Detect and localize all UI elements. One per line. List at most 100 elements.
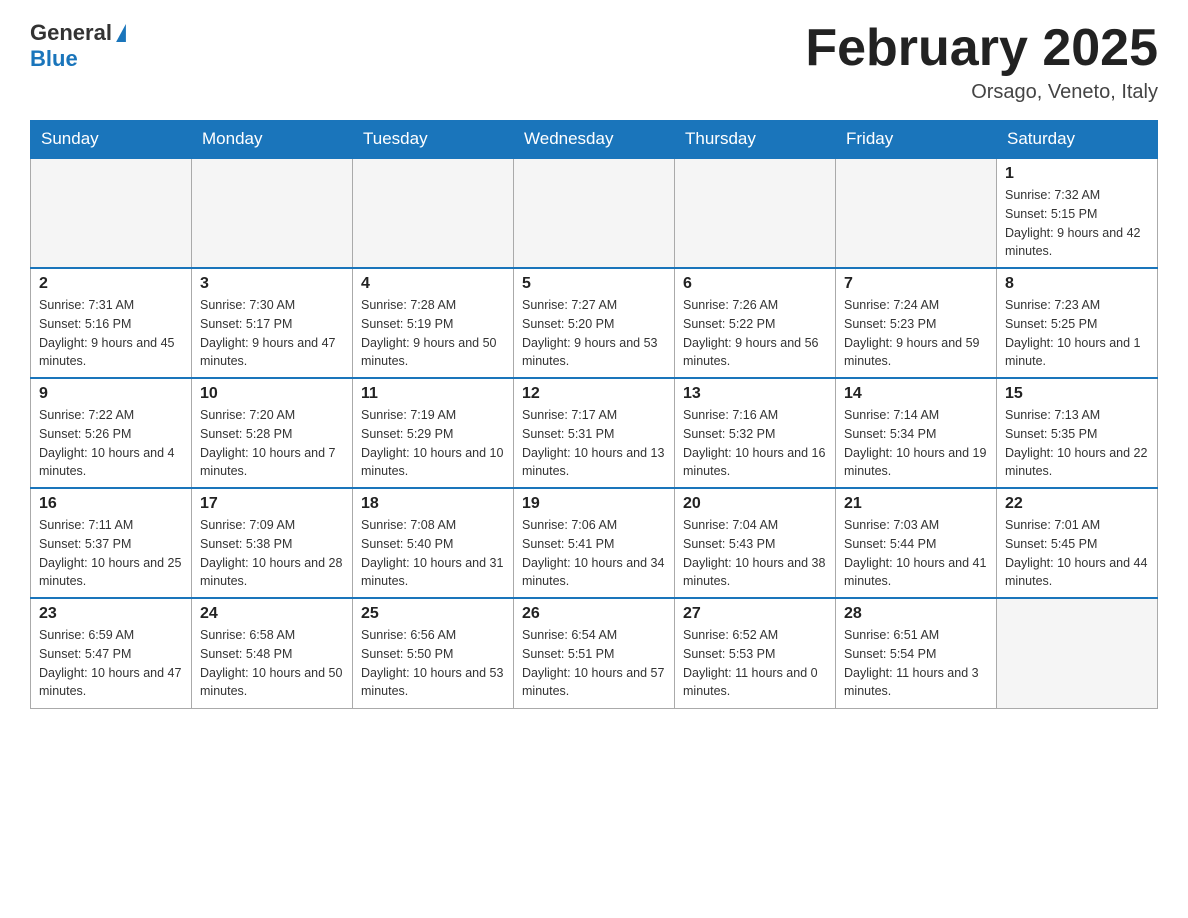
- calendar-cell-w2-d3: 5 Sunrise: 7:27 AMSunset: 5:20 PMDaylight…: [514, 268, 675, 378]
- day-info: Sunrise: 7:14 AMSunset: 5:34 PMDaylight:…: [844, 406, 988, 481]
- day-info: Sunrise: 7:22 AMSunset: 5:26 PMDaylight:…: [39, 406, 183, 481]
- calendar-cell-w1-d5: [836, 158, 997, 268]
- calendar-cell-w4-d0: 16 Sunrise: 7:11 AMSunset: 5:37 PMDayligh…: [31, 488, 192, 598]
- day-info: Sunrise: 7:24 AMSunset: 5:23 PMDaylight:…: [844, 296, 988, 371]
- header-tuesday: Tuesday: [353, 121, 514, 159]
- header-saturday: Saturday: [997, 121, 1158, 159]
- day-number: 11: [361, 385, 505, 403]
- day-number: 20: [683, 495, 827, 513]
- calendar-cell-w3-d4: 13 Sunrise: 7:16 AMSunset: 5:32 PMDayligh…: [675, 378, 836, 488]
- day-info: Sunrise: 6:52 AMSunset: 5:53 PMDaylight:…: [683, 626, 827, 701]
- calendar-cell-w5-d2: 25Sunrise: 6:56 AMSunset: 5:50 PMDayligh…: [353, 598, 514, 708]
- day-info: Sunrise: 7:30 AMSunset: 5:17 PMDaylight:…: [200, 296, 344, 371]
- calendar-cell-w5-d4: 27 Sunrise: 6:52 AMSunset: 5:53 PMDayligh…: [675, 598, 836, 708]
- calendar-cell-w2-d2: 4 Sunrise: 7:28 AMSunset: 5:19 PMDaylight…: [353, 268, 514, 378]
- day-info: Sunrise: 7:16 AMSunset: 5:32 PMDaylight:…: [683, 406, 827, 481]
- day-info: Sunrise: 7:13 AMSunset: 5:35 PMDaylight:…: [1005, 406, 1149, 481]
- week-row-3: 9 Sunrise: 7:22 AMSunset: 5:26 PMDaylight…: [31, 378, 1158, 488]
- day-number: 13: [683, 385, 827, 403]
- calendar-cell-w4-d6: 22 Sunrise: 7:01 AMSunset: 5:45 PMDayligh…: [997, 488, 1158, 598]
- day-info: Sunrise: 6:54 AMSunset: 5:51 PMDaylight:…: [522, 626, 666, 701]
- day-number: 3: [200, 275, 344, 293]
- day-number: 9: [39, 385, 183, 403]
- title-block: February 2025 Orsago, Veneto, Italy: [805, 20, 1158, 104]
- calendar-cell-w4-d4: 20 Sunrise: 7:04 AMSunset: 5:43 PMDayligh…: [675, 488, 836, 598]
- day-info: Sunrise: 7:09 AMSunset: 5:38 PMDaylight:…: [200, 516, 344, 591]
- day-info: Sunrise: 7:11 AMSunset: 5:37 PMDaylight:…: [39, 516, 183, 591]
- day-info: Sunrise: 7:03 AMSunset: 5:44 PMDaylight:…: [844, 516, 988, 591]
- day-number: 28: [844, 605, 988, 623]
- calendar-cell-w1-d4: [675, 158, 836, 268]
- day-info: Sunrise: 7:06 AMSunset: 5:41 PMDaylight:…: [522, 516, 666, 591]
- day-info: Sunrise: 7:08 AMSunset: 5:40 PMDaylight:…: [361, 516, 505, 591]
- week-row-1: 1Sunrise: 7:32 AMSunset: 5:15 PMDaylight…: [31, 158, 1158, 268]
- calendar-cell-w2-d6: 8 Sunrise: 7:23 AMSunset: 5:25 PMDaylight…: [997, 268, 1158, 378]
- day-number: 25: [361, 605, 505, 623]
- day-info: Sunrise: 7:28 AMSunset: 5:19 PMDaylight:…: [361, 296, 505, 371]
- day-info: Sunrise: 7:19 AMSunset: 5:29 PMDaylight:…: [361, 406, 505, 481]
- calendar-table: Sunday Monday Tuesday Wednesday Thursday…: [30, 120, 1158, 709]
- calendar-cell-w3-d6: 15 Sunrise: 7:13 AMSunset: 5:35 PMDayligh…: [997, 378, 1158, 488]
- weekday-header-row: Sunday Monday Tuesday Wednesday Thursday…: [31, 121, 1158, 159]
- day-info: Sunrise: 6:51 AMSunset: 5:54 PMDaylight:…: [844, 626, 988, 701]
- day-info: Sunrise: 6:59 AMSunset: 5:47 PMDaylight:…: [39, 626, 183, 701]
- page-header: General Blue February 2025 Orsago, Venet…: [30, 20, 1158, 104]
- day-info: Sunrise: 7:20 AMSunset: 5:28 PMDaylight:…: [200, 406, 344, 481]
- calendar-cell-w3-d1: 10 Sunrise: 7:20 AMSunset: 5:28 PMDayligh…: [192, 378, 353, 488]
- day-number: 14: [844, 385, 988, 403]
- day-info: Sunrise: 7:27 AMSunset: 5:20 PMDaylight:…: [522, 296, 666, 371]
- day-number: 6: [683, 275, 827, 293]
- header-wednesday: Wednesday: [514, 121, 675, 159]
- day-number: 15: [1005, 385, 1149, 403]
- calendar-cell-w1-d1: [192, 158, 353, 268]
- week-row-2: 2Sunrise: 7:31 AMSunset: 5:16 PMDaylight…: [31, 268, 1158, 378]
- calendar-cell-w1-d0: [31, 158, 192, 268]
- calendar-cell-w5-d1: 24 Sunrise: 6:58 AMSunset: 5:48 PMDayligh…: [192, 598, 353, 708]
- day-info: Sunrise: 7:26 AMSunset: 5:22 PMDaylight:…: [683, 296, 827, 371]
- logo: General Blue: [30, 20, 130, 72]
- calendar-cell-w2-d0: 2Sunrise: 7:31 AMSunset: 5:16 PMDaylight…: [31, 268, 192, 378]
- month-title: February 2025: [805, 20, 1158, 77]
- calendar-cell-w5-d0: 23 Sunrise: 6:59 AMSunset: 5:47 PMDayligh…: [31, 598, 192, 708]
- day-number: 5: [522, 275, 666, 293]
- day-info: Sunrise: 7:23 AMSunset: 5:25 PMDaylight:…: [1005, 296, 1149, 371]
- calendar-cell-w1-d6: 1Sunrise: 7:32 AMSunset: 5:15 PMDaylight…: [997, 158, 1158, 268]
- day-number: 27: [683, 605, 827, 623]
- week-row-5: 23 Sunrise: 6:59 AMSunset: 5:47 PMDayligh…: [31, 598, 1158, 708]
- day-info: Sunrise: 6:58 AMSunset: 5:48 PMDaylight:…: [200, 626, 344, 701]
- calendar-cell-w4-d3: 19 Sunrise: 7:06 AMSunset: 5:41 PMDayligh…: [514, 488, 675, 598]
- day-info: Sunrise: 7:04 AMSunset: 5:43 PMDaylight:…: [683, 516, 827, 591]
- calendar-cell-w3-d2: 11 Sunrise: 7:19 AMSunset: 5:29 PMDayligh…: [353, 378, 514, 488]
- day-number: 10: [200, 385, 344, 403]
- day-number: 18: [361, 495, 505, 513]
- header-sunday: Sunday: [31, 121, 192, 159]
- day-info: Sunrise: 7:32 AMSunset: 5:15 PMDaylight:…: [1005, 186, 1149, 261]
- day-number: 17: [200, 495, 344, 513]
- calendar-cell-w4-d1: 17 Sunrise: 7:09 AMSunset: 5:38 PMDayligh…: [192, 488, 353, 598]
- day-info: Sunrise: 7:31 AMSunset: 5:16 PMDaylight:…: [39, 296, 183, 371]
- header-monday: Monday: [192, 121, 353, 159]
- calendar-cell-w1-d3: [514, 158, 675, 268]
- calendar-cell-w3-d3: 12Sunrise: 7:17 AMSunset: 5:31 PMDayligh…: [514, 378, 675, 488]
- header-friday: Friday: [836, 121, 997, 159]
- day-number: 16: [39, 495, 183, 513]
- logo-arrow-icon: [116, 24, 126, 42]
- day-number: 7: [844, 275, 988, 293]
- day-number: 24: [200, 605, 344, 623]
- day-number: 22: [1005, 495, 1149, 513]
- logo-blue-text: Blue: [30, 46, 78, 72]
- day-number: 19: [522, 495, 666, 513]
- calendar-cell-w3-d0: 9 Sunrise: 7:22 AMSunset: 5:26 PMDaylight…: [31, 378, 192, 488]
- header-thursday: Thursday: [675, 121, 836, 159]
- day-number: 8: [1005, 275, 1149, 293]
- week-row-4: 16 Sunrise: 7:11 AMSunset: 5:37 PMDayligh…: [31, 488, 1158, 598]
- day-number: 4: [361, 275, 505, 293]
- location-text: Orsago, Veneto, Italy: [805, 81, 1158, 104]
- day-info: Sunrise: 7:17 AMSunset: 5:31 PMDaylight:…: [522, 406, 666, 481]
- calendar-cell-w4-d5: 21Sunrise: 7:03 AMSunset: 5:44 PMDayligh…: [836, 488, 997, 598]
- logo-general-text: General: [30, 20, 112, 46]
- calendar-cell-w1-d2: [353, 158, 514, 268]
- day-info: Sunrise: 7:01 AMSunset: 5:45 PMDaylight:…: [1005, 516, 1149, 591]
- calendar-cell-w5-d6: [997, 598, 1158, 708]
- day-number: 23: [39, 605, 183, 623]
